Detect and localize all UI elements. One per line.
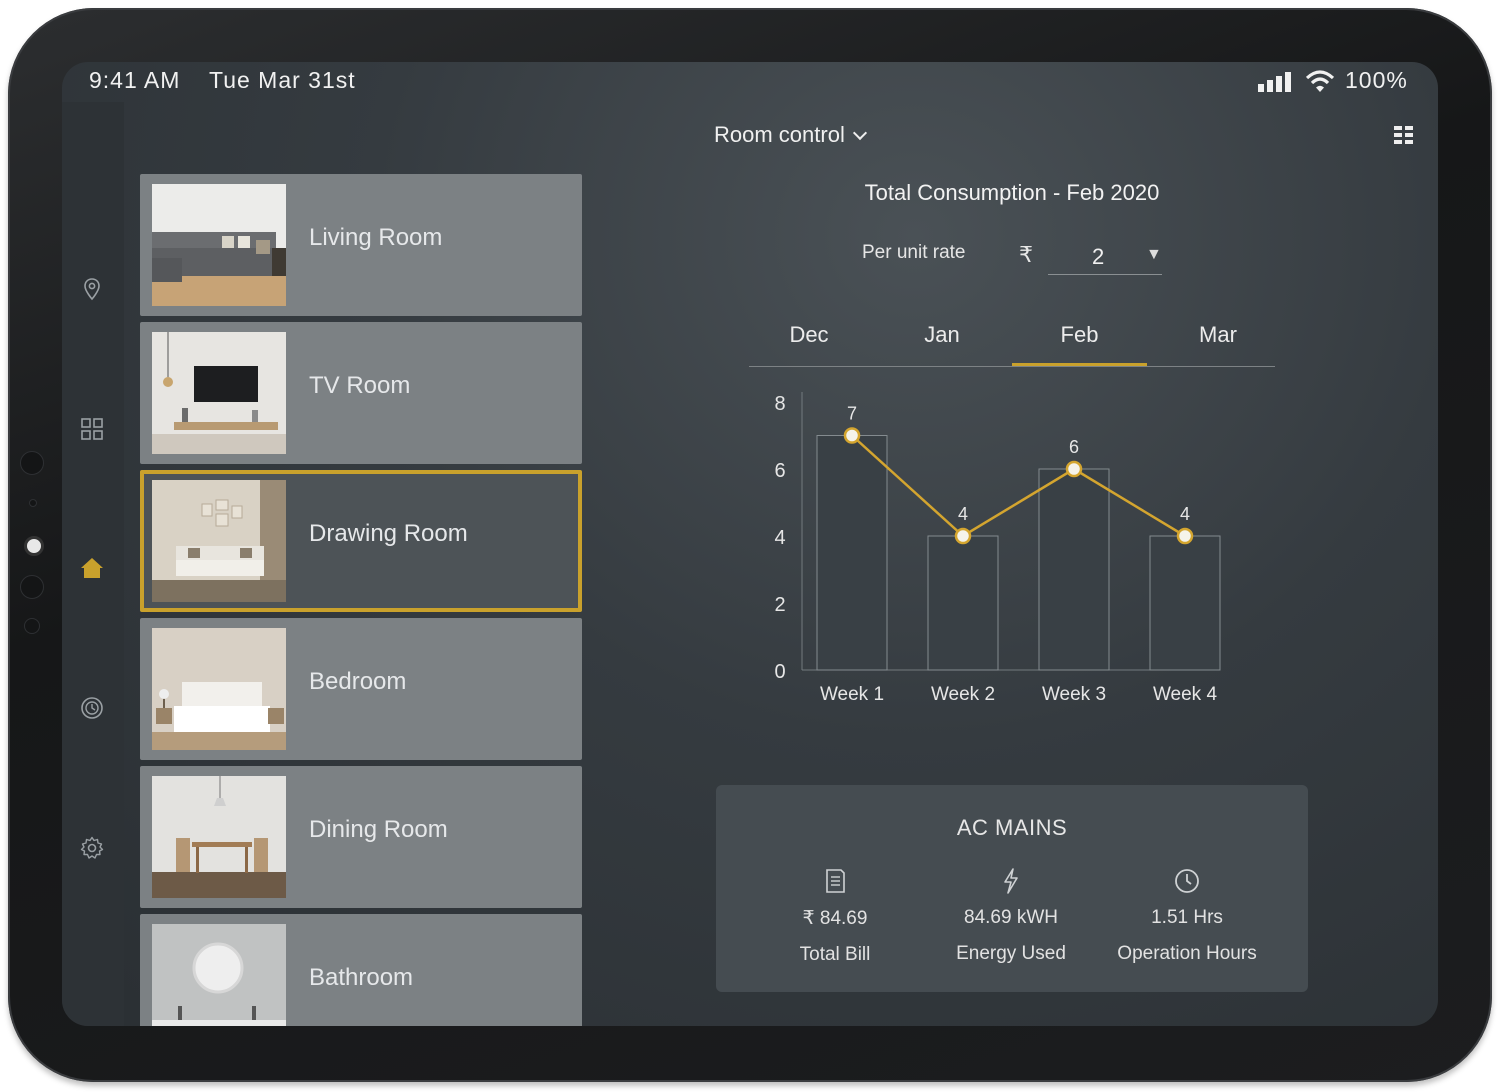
line-point [954, 527, 972, 545]
bathroom-image [152, 924, 286, 1026]
status-time: 9:41 AM [89, 67, 181, 93]
room-card-tv-room[interactable]: TV Room [140, 322, 582, 464]
dashboard-icon[interactable] [79, 416, 105, 442]
line-point [1065, 460, 1083, 478]
side-sensor-icon [29, 499, 37, 507]
ac-mains-title: AC MAINS [956, 815, 1068, 840]
wifi-icon [1305, 70, 1335, 92]
y-tick-label: 8 [774, 393, 785, 415]
stat-energy-used: 84.69 kWH Energy Used [916, 867, 1106, 965]
bar [1149, 535, 1221, 671]
living-room-image [152, 184, 286, 306]
operation-hours-value: 1.51 Hrs [1151, 907, 1223, 928]
data-label: 7 [847, 404, 857, 424]
bar [1038, 468, 1110, 671]
status-bar: 9:41 AM Tue Mar 31st 100% [62, 62, 1438, 102]
room-list: Living Room TV Room Drawing Room Bedroom… [140, 174, 584, 1026]
x-tick-label: Week 1 [820, 684, 884, 705]
bar [816, 435, 888, 671]
screen: 9:41 AM Tue Mar 31st 100% Living Room TV… [62, 62, 1438, 1026]
drawing-room-image [152, 480, 286, 602]
total-bill-value: ₹ 84.69 [802, 908, 868, 929]
camera-icon [24, 536, 44, 556]
chevron-down-icon [852, 125, 867, 141]
dropdown-arrow-icon: ▼ [1146, 246, 1162, 263]
y-tick-label: 2 [774, 594, 785, 616]
room-name: Living Room [309, 224, 443, 251]
month-tabs: Dec Jan Feb Mar [749, 316, 1275, 367]
room-name: Dining Room [309, 816, 448, 843]
clock-icon [1175, 869, 1199, 893]
x-tick-label: Week 4 [1153, 684, 1218, 705]
room-card-drawing-room[interactable]: Drawing Room [140, 470, 582, 612]
tab-mar[interactable]: Mar [1153, 322, 1283, 366]
rate-value: 2 [1092, 244, 1105, 269]
room-name: Bathroom [309, 964, 414, 991]
stat-operation-hours: 1.51 Hrs Operation Hours [1092, 867, 1282, 965]
stat-total-bill: ₹ 84.69 Total Bill [740, 867, 930, 966]
bar [927, 535, 999, 671]
room-card-bathroom[interactable]: Bathroom [140, 914, 582, 1026]
operation-hours-label: Operation Hours [1117, 943, 1257, 964]
side-sensor-icon [20, 575, 44, 599]
rate-select[interactable]: 2 ▼ [1048, 234, 1162, 275]
rate-label: Per unit rate [862, 242, 966, 263]
room-control-dropdown[interactable]: Room control [714, 122, 867, 148]
signal-icon [1258, 72, 1291, 92]
room-name: Drawing Room [309, 520, 468, 547]
tv-room-image [152, 332, 286, 454]
room-control-label: Room control [714, 122, 845, 147]
consumption-title: Total Consumption - Feb 2020 [864, 180, 1160, 205]
history-icon[interactable] [79, 695, 105, 721]
rupee-icon: ₹ [1019, 242, 1033, 267]
location-icon[interactable] [79, 276, 105, 302]
room-card-living-room[interactable]: Living Room [140, 174, 582, 316]
tab-jan[interactable]: Jan [879, 322, 1005, 366]
energy-used-label: Energy Used [956, 943, 1066, 964]
side-sensor-icon [20, 451, 44, 475]
lightning-icon [1004, 868, 1018, 894]
tab-feb[interactable]: Feb [1012, 322, 1147, 366]
line-point [1176, 527, 1194, 545]
data-label: 4 [1180, 504, 1190, 524]
y-tick-label: 4 [774, 527, 785, 549]
tab-dec[interactable]: Dec [749, 322, 869, 366]
room-name: TV Room [309, 372, 411, 399]
y-tick-label: 6 [774, 460, 785, 482]
total-bill-label: Total Bill [799, 944, 871, 965]
sidebar [62, 102, 124, 1026]
settings-icon[interactable] [79, 835, 105, 861]
energy-used-value: 84.69 kWH [964, 907, 1058, 928]
status-date: Tue Mar 31st [209, 67, 356, 93]
menu-grid-icon[interactable] [1394, 126, 1414, 146]
bedroom-image [152, 628, 286, 750]
weekly-consumption-chart: 0 2 4 6 8 Week 1 Week 2 Week 3 Week 4 7 4 6 4 [774, 392, 1221, 705]
home-icon[interactable] [79, 555, 105, 581]
side-sensor-icon [24, 618, 40, 634]
room-card-bedroom[interactable]: Bedroom [140, 618, 582, 760]
x-tick-label: Week 2 [931, 684, 995, 705]
dining-room-image [152, 776, 286, 898]
ac-mains-card: AC MAINS ₹ 84.69 Total Bill 84.69 kWH En… [716, 785, 1308, 992]
battery-level: 100% [1345, 67, 1408, 93]
series-line [851, 434, 1186, 538]
room-card-dining-room[interactable]: Dining Room [140, 766, 582, 908]
line-point [843, 427, 861, 444]
y-tick-label: 0 [774, 661, 785, 683]
data-label: 6 [1069, 437, 1079, 457]
x-tick-label: Week 3 [1042, 684, 1106, 705]
bill-icon [826, 869, 845, 893]
data-label: 4 [958, 504, 968, 524]
room-name: Bedroom [309, 668, 407, 695]
